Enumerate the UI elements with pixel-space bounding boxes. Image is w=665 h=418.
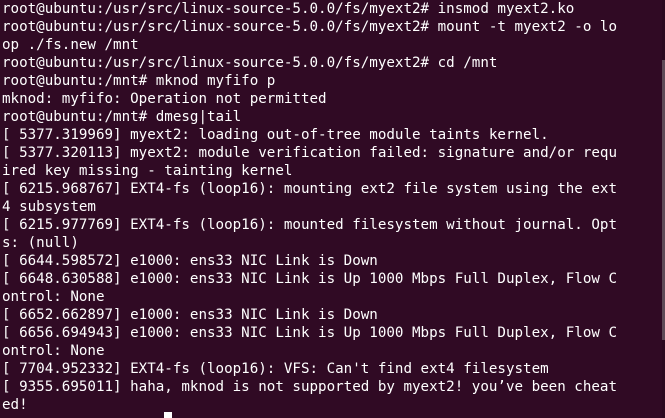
terminal-line: ed! (2, 397, 28, 413)
terminal-line: ontrol: None (2, 343, 105, 359)
terminal-bottom-edge (0, 414, 665, 418)
terminal-line: ontrol: None (2, 289, 105, 305)
terminal-line: root@ubuntu:/mnt# mknod myfifo p (2, 73, 276, 89)
terminal-line: [ 5377.319969] myext2: loading out-of-tr… (2, 127, 549, 143)
terminal-line: root@ubuntu:/usr/src/linux-source-5.0.0/… (2, 55, 498, 71)
terminal-line: [ 6656.694943] e1000: ens33 NIC Link is … (2, 325, 617, 341)
terminal-line: [ 6652.662897] e1000: ens33 NIC Link is … (2, 307, 378, 323)
terminal-line: [ 5377.320113] myext2: module verificati… (2, 145, 617, 161)
terminal-line: op ./fs.new /mnt (2, 37, 139, 53)
terminal-line: [ 9355.695011] haha, mknod is not suppor… (2, 379, 617, 395)
terminal-cursor (164, 412, 172, 418)
terminal-line: mknod: myfifo: Operation not permitted (2, 91, 327, 107)
terminal-line: root@ubuntu:/mnt# dmesg|tail (2, 109, 242, 125)
terminal-line: [ 6215.968767] EXT4-fs (loop16): mountin… (2, 181, 617, 197)
terminal-line: 4 subsystem (2, 199, 96, 215)
terminal-output: root@ubuntu:/usr/src/linux-source-5.0.0/… (2, 0, 617, 414)
terminal-line: [ 6215.977769] EXT4-fs (loop16): mounted… (2, 217, 617, 233)
terminal-line: s: (null) (2, 235, 79, 251)
terminal-line: [ 7704.952332] EXT4-fs (loop16): VFS: Ca… (2, 361, 549, 377)
terminal-line: [ 6644.598572] e1000: ens33 NIC Link is … (2, 253, 378, 269)
terminal-line: root@ubuntu:/usr/src/linux-source-5.0.0/… (2, 19, 617, 35)
terminal-window[interactable]: root@ubuntu:/usr/src/linux-source-5.0.0/… (0, 0, 665, 418)
terminal-line: [ 6648.630588] e1000: ens33 NIC Link is … (2, 271, 617, 287)
terminal-line: ired key missing - tainting kernel (2, 163, 293, 179)
terminal-line: root@ubuntu:/usr/src/linux-source-5.0.0/… (2, 1, 575, 17)
